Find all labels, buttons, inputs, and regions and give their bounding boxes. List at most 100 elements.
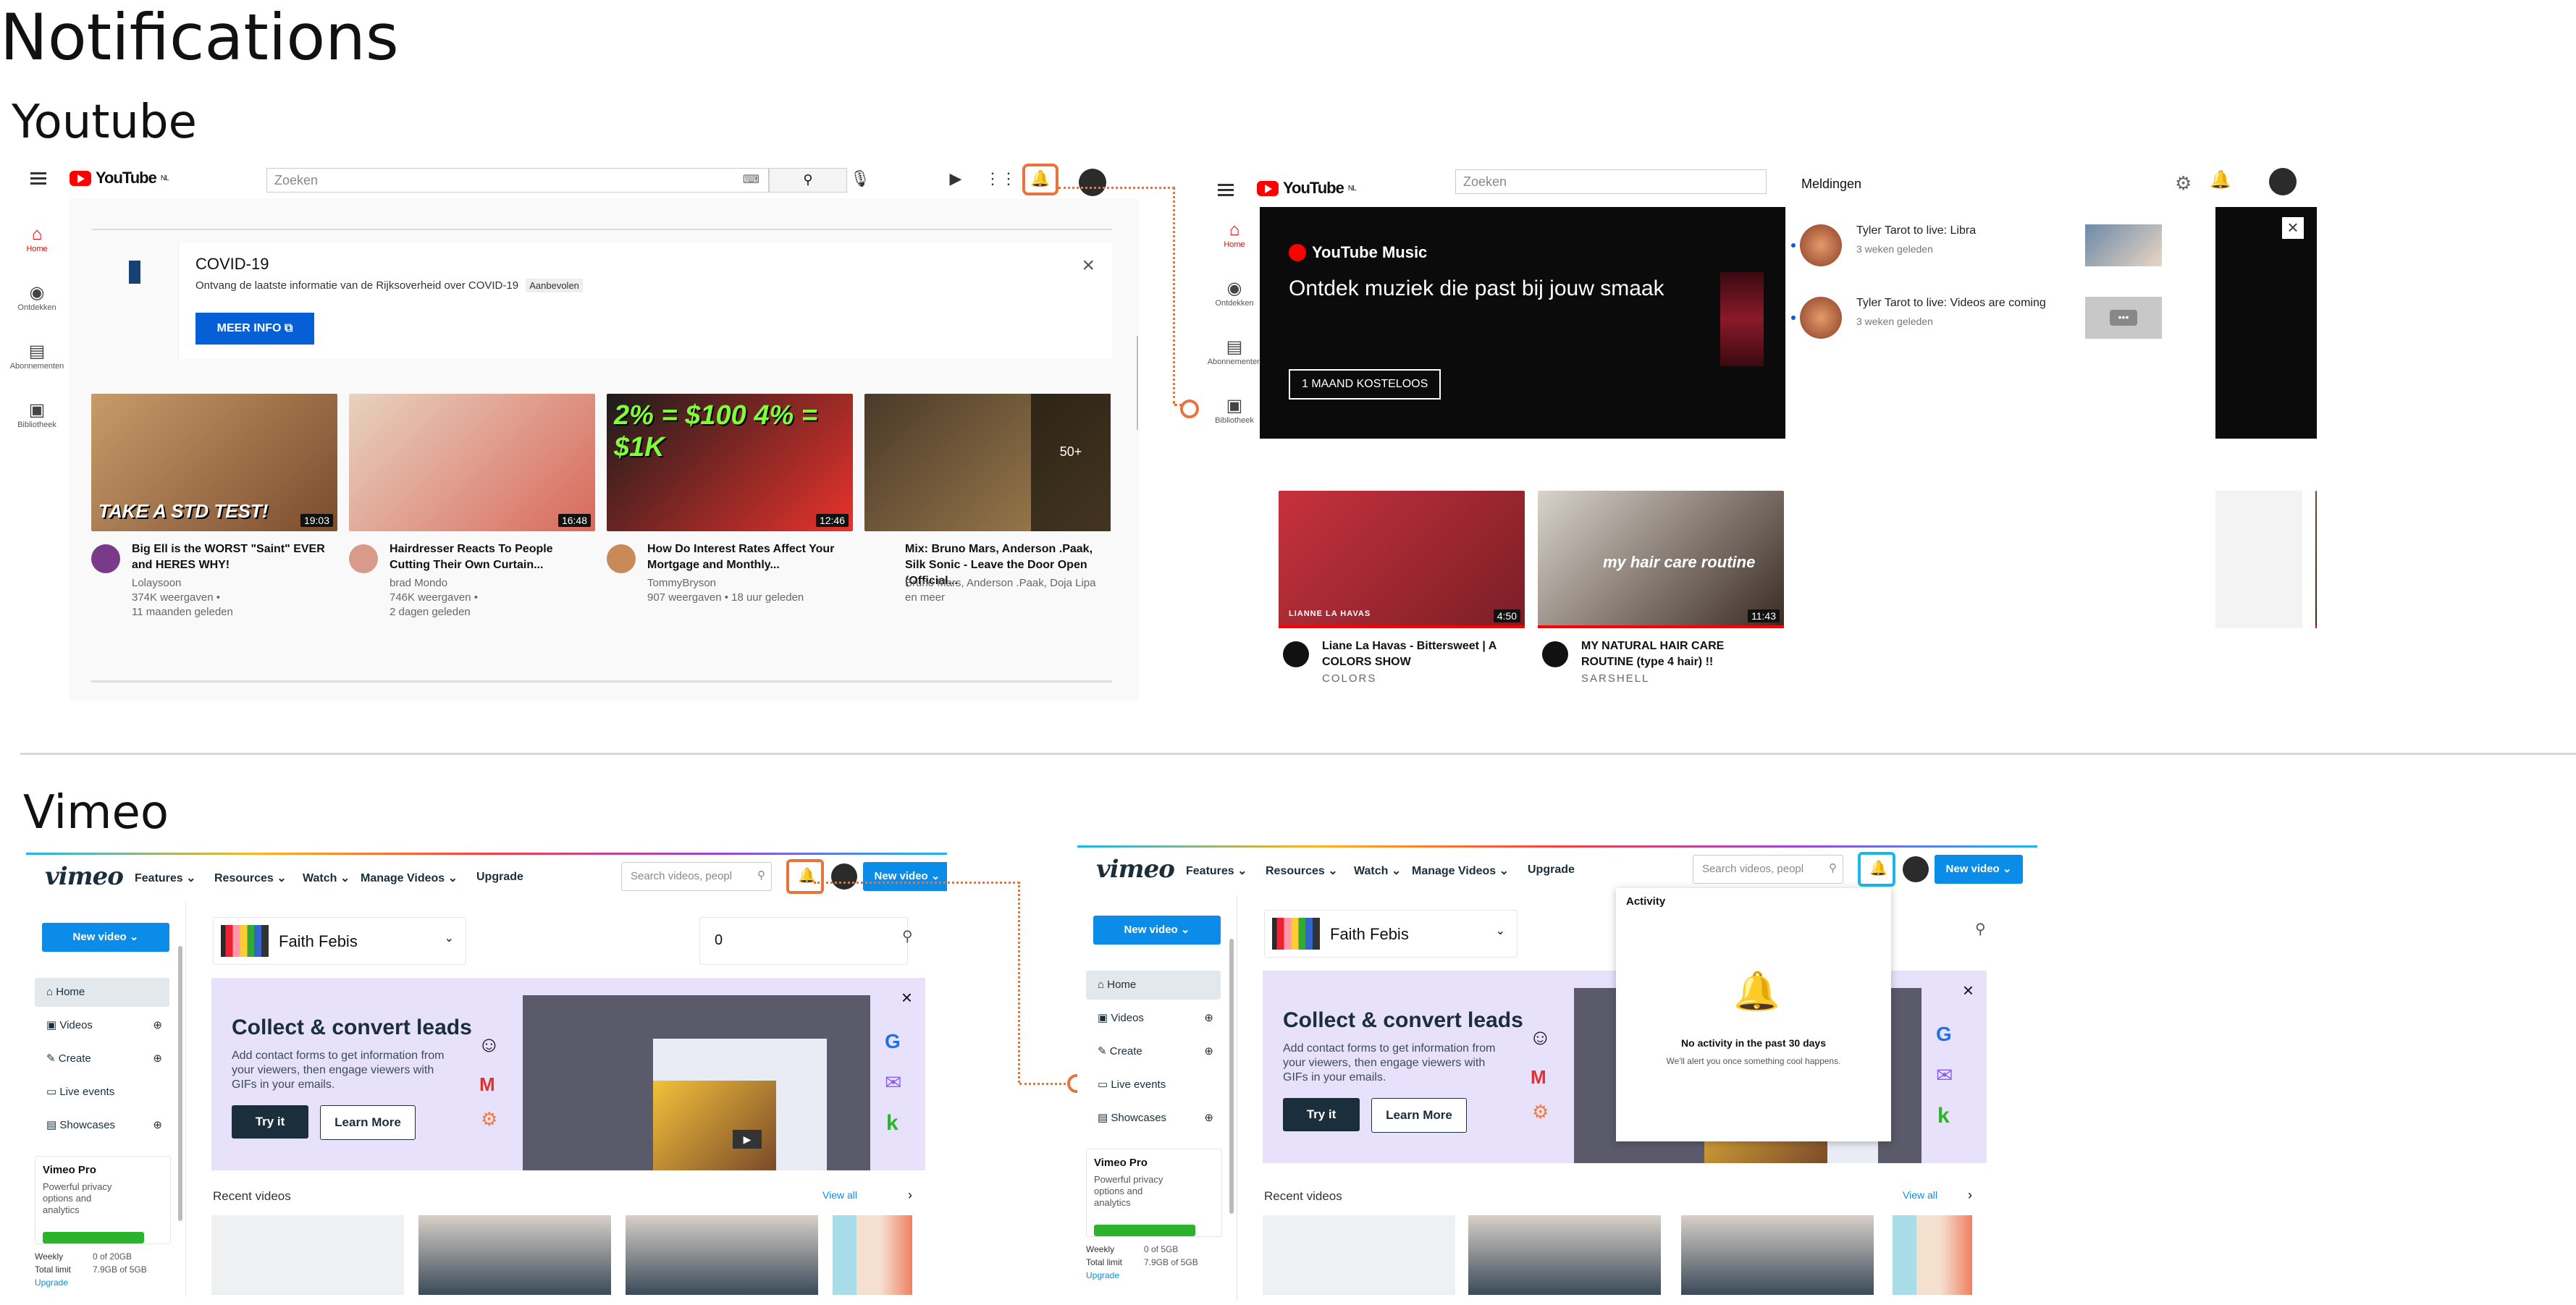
channel-avatar[interactable] [91,544,120,573]
video-title[interactable]: MY NATURAL HAIR CARE ROUTINE (type 4 hai… [1581,638,1777,670]
video-title[interactable]: Hairdresser Reacts To People Cutting The… [390,541,592,573]
sidebar-item-subscriptions[interactable]: ▤ Abonnementen [4,341,70,371]
video-thumbnail[interactable]: LIANNE LA HAVAS 4:50 [1279,491,1525,628]
gear-icon[interactable]: ⚙ [2175,172,2192,195]
nav-item-resources[interactable]: Resources ⌄ [214,871,287,885]
video-title[interactable]: Big Ell is the WORST "Saint" EVER and HE… [132,541,334,573]
avatar[interactable] [2269,168,2297,195]
sidebar-item-explore[interactable]: ◉ Ontdekken [4,282,70,312]
mic-icon[interactable]: 🎙 [847,168,873,190]
add-icon[interactable]: ⊕ [1204,1104,1213,1133]
upgrade-pro-button[interactable] [1094,1225,1195,1236]
recent-video-thumbnail[interactable] [1263,1215,1455,1295]
sidebar-item-library[interactable]: ▣ Bibliotheek [1202,395,1267,425]
more-info-button[interactable]: MEER INFO ⧉ [195,313,314,345]
youtube-logo[interactable]: YouTube NL [1257,179,1357,198]
nav-item-upgrade[interactable]: Upgrade [1528,863,1575,877]
channel-avatar[interactable] [864,544,893,573]
channel-avatar[interactable] [1542,641,1568,667]
view-all-link[interactable]: View all [1903,1189,1937,1201]
upgrade-pro-button[interactable] [43,1232,144,1243]
close-icon[interactable]: × [901,987,912,1009]
recent-video-thumbnail[interactable] [626,1215,818,1295]
video-card[interactable]: LIANNE LA HAVAS 4:50 Liane La Havas - Bitt… [1279,491,1525,701]
avatar[interactable] [1903,856,1929,882]
bell-icon[interactable]: 🔔 [2210,169,2231,190]
sidebar-new-video-button[interactable]: New video ⌄ [42,923,169,952]
free-month-button[interactable]: 1 MAAND KOSTELOOS [1289,369,1441,400]
try-it-button[interactable]: Try it [232,1105,308,1139]
carousel-next-icon[interactable]: › [908,1188,912,1203]
sidebar-item-create[interactable]: ✎ Create ⊕ [1086,1037,1221,1066]
nav-item-manage-videos[interactable]: Manage Videos ⌄ [1412,863,1509,878]
video-card[interactable]: TAKE A STD TEST! 19:03 Big Ell is the WORS… [91,394,337,640]
video-thumbnail[interactable]: TAKE A STD TEST! 19:03 [91,394,337,531]
recent-video-thumbnail[interactable] [1468,1215,1661,1295]
sidebar-new-video-button[interactable]: New video ⌄ [1093,916,1221,945]
sidebar-item-home[interactable]: ⌂ Home [4,224,70,253]
channel-name[interactable]: SARSHELL [1581,672,1649,686]
close-icon[interactable]: × [1082,253,1095,278]
video-title[interactable]: Liane La Havas - Bittersweet | A COLORS … [1322,638,1518,670]
learn-more-button[interactable]: Learn More [1371,1098,1467,1133]
recent-video-thumbnail[interactable] [211,1215,404,1295]
search-input[interactable]: Search videos, peopl ⚲ [1693,855,1843,884]
nav-item-features[interactable]: Features ⌄ [135,871,196,885]
sidebar-item-home[interactable]: ⌂ Home [1202,220,1267,249]
youtube-logo[interactable]: YouTube NL [70,169,169,187]
new-video-button[interactable]: New video ⌄ [1935,855,2023,884]
search-icon[interactable]: ⚲ [1975,920,1986,938]
sidebar-item-subscriptions[interactable]: ▤ Abonnementen [1202,337,1267,366]
add-icon[interactable]: ⊕ [153,1111,162,1140]
menu-icon[interactable] [1218,184,1234,186]
sidebar-scrollbar[interactable] [178,946,182,1221]
recent-video-thumbnail[interactable] [1893,1215,1972,1295]
channel-name[interactable]: TommyBryson [647,576,716,591]
video-card[interactable]: my hair care routine 11:43 MY NATURAL HAIR… [1538,491,1784,701]
try-it-button[interactable]: Try it [1283,1098,1360,1131]
recent-video-thumbnail[interactable] [1681,1215,1874,1295]
sidebar-item-create[interactable]: ✎ Create ⊕ [35,1044,169,1073]
menu-icon[interactable] [30,172,46,174]
channel-avatar[interactable] [349,544,378,573]
video-thumbnail[interactable]: 15:55 [2315,491,2317,628]
notification-item[interactable]: Tyler Tarot to live: Videos are coming 3… [1785,290,2215,358]
learn-more-button[interactable]: Learn More [320,1105,416,1140]
video-card[interactable]: 15:55The Thy Da... [2315,491,2317,701]
nav-item-upgrade[interactable]: Upgrade [476,871,523,884]
sidebar-item-showcases[interactable]: ▤ Showcases ⊕ [35,1111,169,1140]
sidebar-item-home[interactable]: ⌂ Home [35,978,169,1007]
channel-selector[interactable]: Faith Febis ⌄ [213,917,466,965]
add-icon[interactable]: ⊕ [153,1011,162,1040]
channel-name[interactable]: Bruno Mars, Anderson .Paak, Doja Lipa [905,576,1095,591]
usage-label[interactable]: Upgrade [35,1277,68,1288]
video-thumbnail[interactable]: my hair care routine 11:43 [1538,491,1784,628]
notification-item[interactable]: Tyler Tarot to live: Libra 3 weken geled… [1785,217,2215,285]
sidebar-item-showcases[interactable]: ▤ Showcases ⊕ [1086,1104,1221,1133]
sidebar-scrollbar[interactable] [1229,939,1234,1214]
bell-icon[interactable]: 🔔 [1869,859,1887,877]
video-thumbnail[interactable]: 50+ [864,394,1111,531]
channel-name[interactable]: Lolaysoon [132,576,181,591]
new-video-button[interactable]: New video ⌄ [863,862,947,891]
bell-icon[interactable]: 🔔 [1027,168,1054,190]
search-input[interactable]: Search videos, peopl ⚲ [621,862,772,891]
scrollbar[interactable] [1137,336,1138,430]
nav-item-watch[interactable]: Watch ⌄ [303,871,350,885]
apps-icon[interactable]: ⋮⋮ [985,168,1016,190]
video-card[interactable]: 16:48 Hairdresser Reacts To People Cuttin… [349,394,595,640]
sidebar-item-videos[interactable]: ▣ Videos ⊕ [1086,1004,1221,1033]
vimeo-logo[interactable]: vimeo [45,862,124,891]
channel-avatar[interactable] [607,544,636,573]
video-thumbnail[interactable]: 2% = $100 4% = $1K 12:46 [607,394,853,531]
add-icon[interactable]: ⊕ [1204,1037,1213,1066]
close-icon[interactable]: × [1963,979,1974,1002]
channel-name[interactable]: brad Mondo [390,576,447,591]
nav-item-watch[interactable]: Watch ⌄ [1354,863,1401,878]
search-input[interactable]: Zoeken [1455,169,1767,194]
vimeo-logo[interactable]: vimeo [1096,855,1175,884]
avatar[interactable] [831,863,857,890]
search-icon[interactable]: ⚲ [902,927,913,945]
avatar[interactable] [1079,169,1106,196]
search-input[interactable]: Zoeken ⌨ [266,168,769,193]
